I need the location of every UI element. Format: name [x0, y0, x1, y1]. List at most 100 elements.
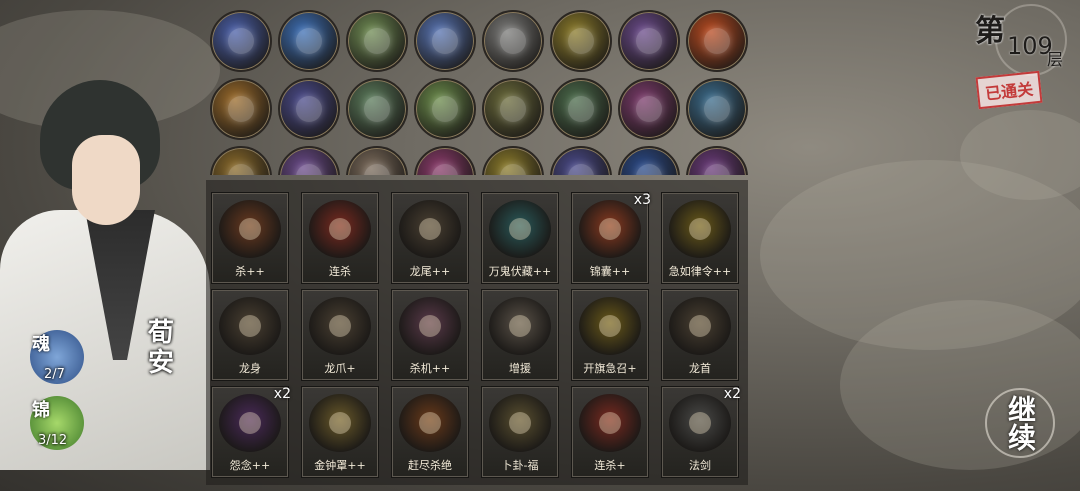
golden-staff-icon[interactable]	[618, 78, 680, 140]
card-fortune[interactable]: 卜卦-福	[482, 387, 558, 477]
jade-piece-icon[interactable]	[414, 78, 476, 140]
pearls-icon[interactable]	[414, 10, 476, 72]
bag-label: 锦	[32, 400, 50, 421]
card-name: 法剑	[689, 459, 711, 472]
card-silk-bag[interactable]: 锦囊++ x3	[572, 192, 651, 283]
relic-gem	[568, 28, 594, 54]
stone-tablet-icon[interactable]	[550, 78, 612, 140]
card-name: 杀机++	[409, 362, 451, 375]
golden-charm-icon[interactable]	[550, 10, 612, 72]
card-name: 增援	[509, 362, 531, 375]
golden-bell-icon	[309, 394, 371, 452]
dragon-head-icon	[669, 297, 731, 355]
floor-indicator: 第 109 层 已通关	[975, 4, 1070, 110]
card-name: 龙爪+	[324, 362, 356, 375]
card-name: 卜卦-福	[501, 459, 539, 472]
bag-badge[interactable]: 锦 3/12	[30, 396, 84, 450]
pink-flower-icon[interactable]	[414, 146, 476, 175]
relic-gem	[432, 164, 458, 175]
blue-flame-icon[interactable]	[618, 146, 680, 175]
scroll-icon[interactable]	[346, 146, 408, 175]
fire-orb-icon[interactable]	[686, 10, 748, 72]
fire-blast-icon	[399, 394, 461, 452]
relic-gem	[704, 96, 730, 122]
card-count: x2	[273, 386, 291, 402]
card-name: 龙尾++	[409, 265, 451, 278]
relic-gem	[364, 164, 390, 175]
coin-pile-icon[interactable]	[346, 78, 408, 140]
relic-gem	[432, 96, 458, 122]
card-dragon-claw[interactable]: 龙爪+	[302, 290, 378, 380]
relic-gem	[568, 164, 594, 175]
purple-coin-icon[interactable]	[686, 146, 748, 175]
soul-badge[interactable]: 魂 2/7	[30, 330, 84, 384]
continue-button[interactable]: 继续	[985, 388, 1055, 458]
card-dragon-head[interactable]: 龙首	[662, 290, 738, 380]
relic-gem	[432, 28, 458, 54]
relic-gem	[296, 96, 322, 122]
relic-gem	[228, 164, 254, 175]
soul-label: 魂	[32, 334, 50, 355]
card-dragon-body[interactable]: 龙身	[212, 290, 288, 380]
card-fire-blast[interactable]: 赶尽杀绝	[392, 387, 468, 477]
gold-talisman-icon	[579, 297, 641, 355]
card-flash-blade[interactable]: 杀机++	[392, 290, 468, 380]
dragon-tail-icon	[399, 200, 461, 258]
magic-sword-icon	[669, 394, 731, 452]
relic-gem	[636, 28, 662, 54]
purple-gem-icon[interactable]	[278, 146, 340, 175]
ghost-wave-icon	[489, 200, 551, 258]
relic-gem	[364, 28, 390, 54]
relic-gem	[636, 164, 662, 175]
relic-gem	[296, 28, 322, 54]
relic-gem	[500, 164, 526, 175]
card-banners[interactable]: 增援	[482, 290, 558, 380]
card-dragon-tail[interactable]: 龙尾++	[392, 193, 468, 283]
copper-coin-icon[interactable]	[210, 10, 272, 72]
relic-gem	[228, 96, 254, 122]
card-magic-sword[interactable]: 法剑 x2	[662, 386, 741, 477]
card-vortex[interactable]: 怨念++ x2	[212, 386, 291, 477]
card-name: 连杀	[329, 265, 351, 278]
cloud-scroll-icon[interactable]	[482, 10, 544, 72]
eye-pearl-icon[interactable]	[618, 10, 680, 72]
card-name: 怨念++	[229, 459, 271, 472]
blue-beads-icon[interactable]	[278, 10, 340, 72]
dragon-body-icon	[219, 297, 281, 355]
silk-bag-icon	[579, 200, 641, 258]
card-golden-bell[interactable]: 金钟罩++	[302, 387, 378, 477]
card-count: x3	[633, 192, 651, 208]
sword-slash-icon	[219, 200, 281, 258]
card-red-burst[interactable]: 连杀	[302, 193, 378, 283]
card-ghost-wave[interactable]: 万鬼伏藏++	[482, 193, 558, 283]
card-name: 急如律令++	[668, 265, 732, 278]
talisman-icon	[669, 200, 731, 258]
card-name: 开旗急召+	[583, 362, 637, 375]
fortune-icon	[489, 394, 551, 452]
card-red-burst[interactable]: 连杀+	[572, 387, 648, 477]
card-sword-slash[interactable]: 杀++	[212, 193, 288, 283]
card-count: x2	[723, 386, 741, 402]
card-talisman[interactable]: 急如律令++	[662, 193, 738, 283]
silver-wave-icon[interactable]	[550, 146, 612, 175]
gold-ring-icon[interactable]	[210, 146, 272, 175]
relic-collection	[208, 10, 753, 175]
card-name: 万鬼伏藏++	[488, 265, 552, 278]
vortex-icon	[219, 394, 281, 452]
silver-ornament-icon[interactable]	[278, 78, 340, 140]
card-gold-talisman[interactable]: 开旗急召+	[572, 290, 648, 380]
horn-icon[interactable]	[482, 78, 544, 140]
character-face	[72, 135, 140, 225]
floor-suffix: 层	[1047, 50, 1064, 69]
red-burst-icon	[579, 394, 641, 452]
bag-value: 3/12	[38, 433, 68, 448]
gold-coin-icon[interactable]	[482, 146, 544, 175]
jade-disc-icon[interactable]	[346, 10, 408, 72]
porcelain-vase-icon[interactable]	[686, 78, 748, 140]
red-burst-icon	[309, 200, 371, 258]
card-name: 杀++	[235, 265, 265, 278]
relic-gem	[500, 96, 526, 122]
card-name: 赶尽杀绝	[408, 459, 452, 472]
card-name: 龙身	[239, 362, 261, 375]
gold-bowl-icon[interactable]	[210, 78, 272, 140]
